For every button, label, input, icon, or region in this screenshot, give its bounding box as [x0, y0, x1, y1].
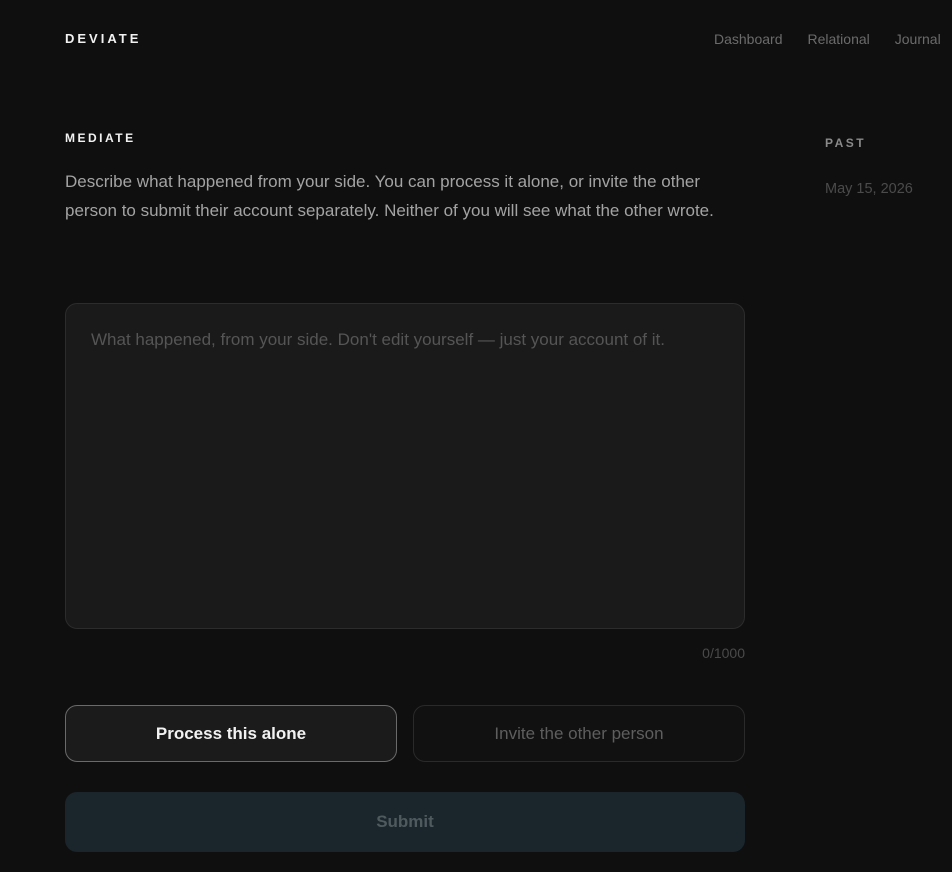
account-panel	[65, 303, 745, 629]
account-textarea[interactable]	[91, 326, 719, 606]
section-title: MEDIATE	[65, 131, 136, 145]
page: DEVIATE Dashboard Relational Journal MED…	[0, 0, 952, 872]
process-alone-button[interactable]: Process this alone	[65, 705, 397, 762]
invite-other-button[interactable]: Invite the other person	[413, 705, 745, 762]
submit-button[interactable]: Submit	[65, 792, 745, 852]
character-counter: 0/1000	[702, 645, 745, 661]
nav-link-relational[interactable]: Relational	[808, 31, 870, 47]
top-nav: Dashboard Relational Journal	[714, 31, 941, 47]
nav-link-journal[interactable]: Journal	[895, 31, 941, 47]
past-entry[interactable]: May 15, 2026	[825, 181, 913, 197]
past-section-title: PAST	[825, 136, 867, 150]
brand-logo[interactable]: DEVIATE	[65, 31, 141, 46]
nav-link-dashboard[interactable]: Dashboard	[714, 31, 783, 47]
intro-text: Describe what happened from your side. Y…	[65, 172, 714, 220]
